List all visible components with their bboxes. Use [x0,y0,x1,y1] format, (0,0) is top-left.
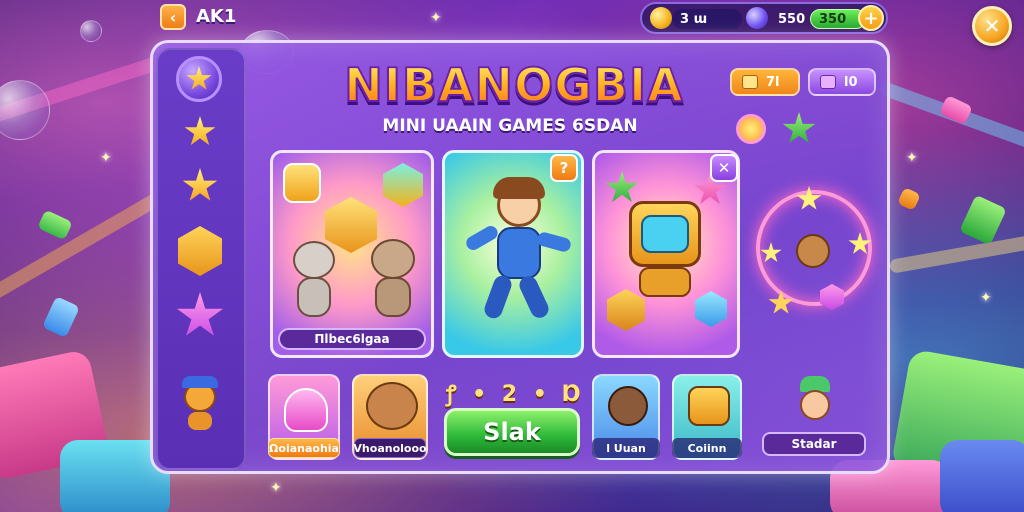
sparkle-icon: ✦ [906,150,918,166]
sidebar-home-button[interactable] [176,56,222,102]
robot-body [639,267,691,297]
bell-icon [284,388,328,432]
raccoon-head [293,241,335,279]
gem-icon [820,75,836,89]
chevron-left-icon: ‹ [169,7,177,27]
runner-character [463,177,573,333]
card-label: Πlbec6lgaa [278,328,426,350]
side-label[interactable]: Stadar [762,432,866,456]
gem-decoration [897,187,921,211]
light-streak [877,80,1024,162]
sidebar-item-profile[interactable] [176,372,224,432]
gem-decoration [959,194,1007,246]
remove-badge[interactable]: ✕ [710,154,738,182]
raccoon-character [287,241,341,321]
close-button[interactable]: ✕ [972,6,1012,46]
help-badge[interactable]: ? [550,154,578,182]
game-card-animals[interactable] [270,150,434,358]
elf-head [800,390,830,420]
robot-screen [641,215,689,253]
robot-icon [688,386,730,426]
gold-coin-icon [650,7,672,29]
game-subtitle: MINI UAAIN GAMES 6SDAN [382,116,638,136]
sidebar-item-rewards[interactable] [178,164,222,208]
bottom-tile-label: Ωoianaohia [268,438,340,458]
cube-icon [383,163,423,207]
game-title: NIBANOGBIA [336,57,692,113]
chest-icon [742,75,758,89]
gem-decoration [37,209,73,241]
chest-counter[interactable]: 7l [730,68,800,96]
elf-character [790,376,840,432]
bubble-decoration [80,20,102,42]
gem-count: l0 [844,74,858,90]
sparkle-icon: ✦ [100,150,112,166]
bubble-decoration [0,80,50,140]
explorer-icon [608,386,648,426]
runner-body [497,227,541,279]
gold-amount: 3 ɯ [672,9,742,29]
stats-indicator: ꝭ • 2 • Ɒ [446,382,586,407]
runner-leg [482,273,514,321]
gem-icon [746,7,768,29]
add-currency-button[interactable]: + [858,5,884,31]
light-streak [0,190,165,314]
play-button[interactable]: Slak [444,408,580,456]
back-button[interactable]: ‹ [160,4,186,30]
bottom-tile-label: Vhoanolooo [353,438,427,458]
shield-icon [283,163,321,203]
gem-icon [605,171,639,202]
helmet-icon [182,376,218,388]
bear-icon [366,382,418,430]
avatar-body [188,412,212,430]
block-decoration [940,440,1024,512]
star-icon [182,168,218,201]
bear-token-icon [796,234,830,268]
gem-counter[interactable]: l0 [808,68,876,96]
currency-bar: 3 ɯ 550 350 + [640,2,888,34]
gem-amount: 550 [778,11,806,27]
sparkle-icon: ✦ [430,10,442,26]
bear-character [365,239,421,321]
runner-leg [516,273,552,321]
chest-count: 7l [766,74,780,90]
bottom-tile-label: Coiinn [672,438,742,458]
bottom-tile-label: l Uuan [592,438,660,458]
sparkle-icon: ✦ [270,480,282,496]
star-icon [186,66,212,90]
robot-character [621,201,709,301]
orb-icon [736,114,766,144]
bear-body [375,277,411,317]
bear-head [371,239,415,279]
runner-arm [463,223,501,253]
runner-hair [493,177,545,199]
back-label: AK1 [196,6,237,27]
light-streak [888,225,1024,274]
sparkle-icon: ✦ [980,290,992,306]
raccoon-body [297,277,331,317]
runner-arm [535,230,573,254]
gem-decoration [42,296,80,338]
